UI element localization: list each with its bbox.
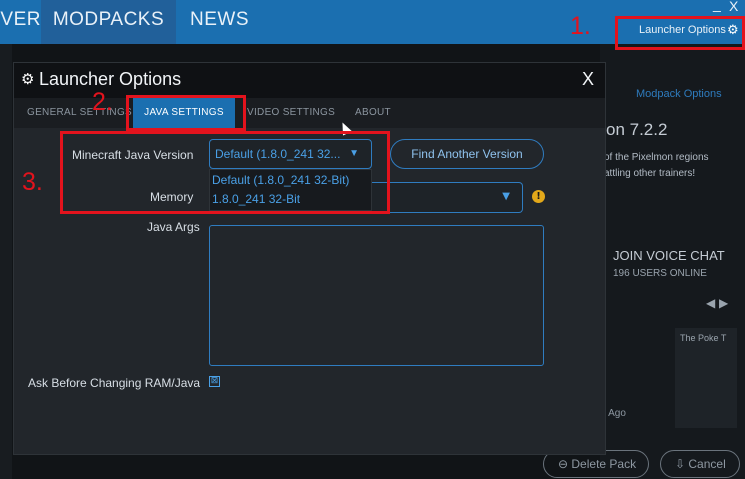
tab-general-settings[interactable]: GENERAL SETTINGS xyxy=(27,98,132,128)
annotation-box-2 xyxy=(126,95,246,131)
carousel-arrows-icon[interactable]: ◀ ▶ xyxy=(706,296,728,310)
ask-before-changing-label: Ask Before Changing RAM/Java xyxy=(28,376,201,390)
news-card-title: The Poke T xyxy=(680,333,727,343)
memory-select[interactable]: ▼ xyxy=(372,182,523,213)
window-close-button[interactable]: X xyxy=(729,0,738,14)
cancel-label: Cancel xyxy=(688,457,726,471)
annotation-number-1: 1. xyxy=(570,12,591,40)
ask-before-changing-checkbox[interactable]: ⊠ xyxy=(209,376,220,387)
cancel-button[interactable]: ⇩ Cancel xyxy=(660,450,740,478)
annotation-number-2: 2. xyxy=(92,88,113,116)
tab-video-settings[interactable]: VIDEO SETTINGS xyxy=(247,98,335,128)
launcher-options-dialog: ⚙ Launcher Options X GENERAL SETTINGS JA… xyxy=(13,62,606,455)
modpack-description: of the Pixelmon regions attling other tra… xyxy=(604,152,709,179)
java-args-label: Java Args xyxy=(147,220,200,234)
dialog-title: Launcher Options xyxy=(39,69,182,89)
nav-tab-modpacks[interactable]: MODPACKS xyxy=(41,0,176,44)
annotation-box-3 xyxy=(60,131,390,214)
dialog-close-button[interactable]: X xyxy=(582,69,594,90)
join-voice-chat[interactable]: JOIN VOICE CHAT xyxy=(613,248,725,263)
find-another-version-button[interactable]: Find Another Version xyxy=(390,139,544,169)
minimize-button[interactable]: _ xyxy=(713,0,721,12)
background-left-strip xyxy=(0,44,12,479)
java-args-input[interactable] xyxy=(209,225,544,366)
delete-pack-label: Delete Pack xyxy=(571,457,637,471)
tab-about[interactable]: ABOUT xyxy=(355,98,391,128)
users-online: 196 USERS ONLINE xyxy=(613,268,707,279)
nav-tab-server[interactable]: VER xyxy=(0,0,41,44)
modpack-version: on 7.2.2 xyxy=(606,120,668,139)
gear-icon: ⚙ xyxy=(21,70,35,88)
chevron-down-icon: ▼ xyxy=(502,191,510,202)
annotation-box-1 xyxy=(615,16,745,50)
warning-icon[interactable]: ! xyxy=(532,190,545,203)
nav-tab-news[interactable]: NEWS xyxy=(190,0,249,44)
modpack-options-link[interactable]: Modpack Options xyxy=(636,88,722,100)
news-card[interactable] xyxy=(675,328,737,428)
annotation-number-3: 3. xyxy=(22,168,43,196)
